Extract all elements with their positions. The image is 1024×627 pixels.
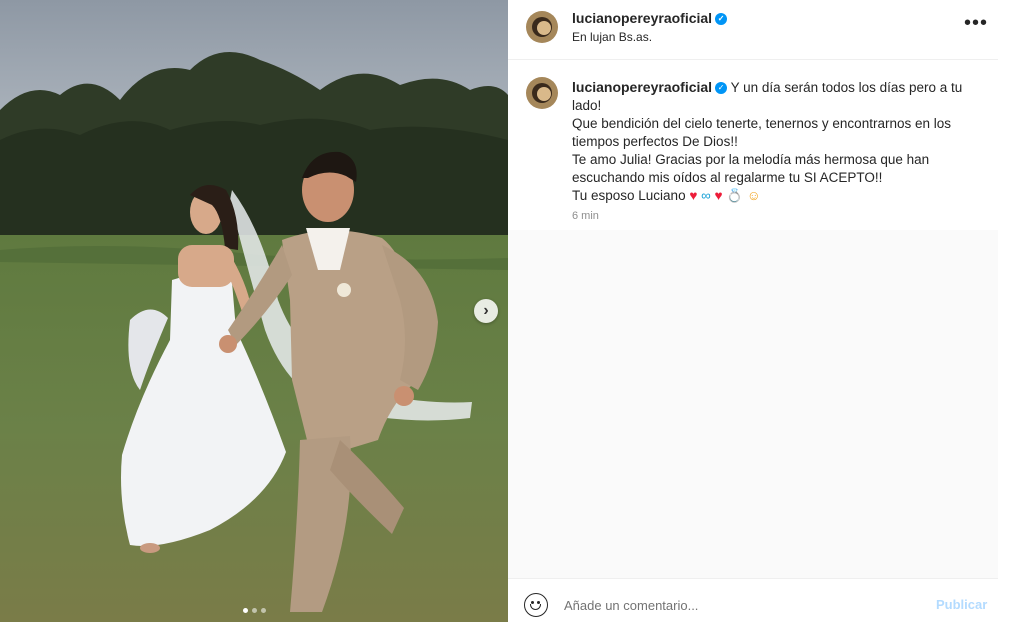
instagram-post: › lucianopereyraoficial ✓ En lujan Bs.as.… [0, 0, 1024, 627]
author-username[interactable]: lucianopereyraoficial ✓ [572, 10, 728, 26]
caption-line-4: Tu esposo Luciano [572, 188, 686, 203]
post-header: lucianopereyraoficial ✓ En lujan Bs.as. •… [508, 0, 998, 60]
comments-list-empty [508, 230, 998, 578]
carousel-indicator [0, 608, 508, 613]
verified-badge-icon: ✓ [715, 13, 728, 26]
post-photo[interactable]: › [0, 0, 508, 622]
infinity-icon: ∞ [701, 188, 711, 203]
caption-line-3: Te amo Julia! Gracias por la melodía más… [572, 152, 930, 185]
caption-section: lucianopereyraoficial ✓ Y un día serán to… [508, 60, 998, 230]
emoji-picker-icon[interactable] [524, 593, 548, 617]
carousel-dot-2 [251, 608, 257, 613]
smiling-face-icon: ☺ [746, 188, 761, 203]
carousel-next-button[interactable]: › [474, 299, 498, 323]
post-timestamp[interactable]: 6 min [572, 210, 599, 222]
carousel-dot-1 [242, 608, 248, 613]
post-caption: lucianopereyraoficial ✓ Y un día serán to… [572, 78, 972, 205]
caption-line-2: Que bendición del cielo tenerte, tenerno… [572, 116, 951, 149]
more-options-icon[interactable]: ••• [964, 12, 988, 35]
post-location[interactable]: En lujan Bs.as. [572, 30, 652, 44]
author-avatar[interactable] [526, 11, 558, 43]
add-comment-bar: Publicar [508, 578, 998, 627]
caption-avatar[interactable] [526, 77, 558, 109]
author-username-text[interactable]: lucianopereyraoficial [572, 10, 712, 26]
wedding-photo-image [0, 0, 508, 622]
ring-icon: 💍 [726, 188, 744, 203]
verified-badge-icon: ✓ [715, 82, 728, 95]
red-heart-icon: ♥ [689, 188, 698, 203]
red-heart-icon: ♥ [714, 188, 723, 203]
post-sidebar: lucianopereyraoficial ✓ En lujan Bs.as. •… [508, 0, 1024, 627]
chevron-right-icon: › [483, 302, 489, 319]
caption-username[interactable]: lucianopereyraoficial [572, 79, 712, 95]
comment-input[interactable] [564, 594, 904, 616]
publish-button[interactable]: Publicar [936, 597, 987, 612]
carousel-dot-3 [260, 608, 266, 613]
